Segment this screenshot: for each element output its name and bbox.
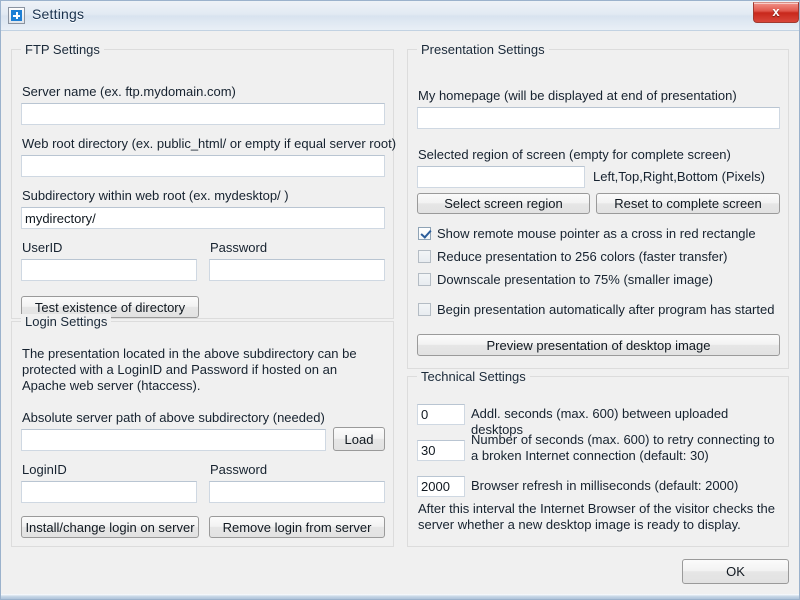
title-bar: Settings x [1,1,800,31]
addl-seconds-input[interactable] [417,404,465,425]
settings-dialog-window: Settings x FTP Settings Server name (ex.… [0,0,800,600]
remove-login-button[interactable]: Remove login from server [209,516,385,538]
login-password-input[interactable] [209,481,385,503]
ftp-settings-legend: FTP Settings [21,42,104,57]
select-screen-region-button[interactable]: Select screen region [417,193,590,214]
checkbox-reduce-to-256-colors[interactable]: Reduce presentation to 256 colors (faste… [418,249,727,264]
close-button[interactable]: x [753,2,799,23]
login-settings-group: Login Settings The presentation located … [11,321,394,547]
screen-region-label: Selected region of screen (empty for com… [418,147,731,162]
retry-seconds-label: Number of seconds (max. 600) to retry co… [471,432,779,464]
presentation-settings-legend: Presentation Settings [417,42,549,57]
window-bottom-frame [1,594,800,600]
browser-refresh-label: Browser refresh in milliseconds (default… [471,478,779,494]
monitor-cross-icon [8,7,25,24]
browser-refresh-input[interactable] [417,476,465,497]
login-settings-legend: Login Settings [21,314,111,329]
technical-settings-group: Technical Settings Addl. seconds (max. 6… [407,376,789,547]
ftp-password-input[interactable] [209,259,385,281]
login-password-label: Password [210,462,267,477]
checkbox-label: Downscale presentation to 75% (smaller i… [437,272,713,287]
ftp-userid-label: UserID [22,240,62,255]
loginid-label: LoginID [22,462,67,477]
loginid-input[interactable] [21,481,197,503]
server-name-label: Server name (ex. ftp.mydomain.com) [22,84,236,99]
subdirectory-label: Subdirectory within web root (ex. mydesk… [22,188,289,203]
checkbox-begin-presentation-automatically[interactable]: Begin presentation automatically after p… [418,302,774,317]
preview-presentation-button[interactable]: Preview presentation of desktop image [417,334,780,356]
checkbox-checked-icon [418,227,431,240]
checkbox-unchecked-icon [418,273,431,286]
load-button[interactable]: Load [333,427,385,451]
close-icon: x [754,4,798,19]
technical-settings-legend: Technical Settings [417,369,530,384]
dialog-client-area: FTP Settings Server name (ex. ftp.mydoma… [1,31,800,594]
checkbox-unchecked-icon [418,250,431,263]
web-root-input[interactable] [21,155,385,177]
login-description: The presentation located in the above su… [22,346,384,394]
retry-seconds-input[interactable] [417,440,465,461]
web-root-label: Web root directory (ex. public_html/ or … [22,136,396,151]
ftp-settings-group: FTP Settings Server name (ex. ftp.mydoma… [11,49,394,319]
server-name-input[interactable] [21,103,385,125]
checkbox-label: Show remote mouse pointer as a cross in … [437,226,756,241]
ftp-password-label: Password [210,240,267,255]
checkbox-show-remote-mouse-pointer[interactable]: Show remote mouse pointer as a cross in … [418,226,756,241]
checkbox-label: Reduce presentation to 256 colors (faste… [437,249,727,264]
presentation-settings-group: Presentation Settings My homepage (will … [407,49,789,369]
checkbox-label: Begin presentation automatically after p… [437,302,774,317]
screen-region-hint: Left,Top,Right,Bottom (Pixels) [593,169,765,184]
reset-to-complete-screen-button[interactable]: Reset to complete screen [596,193,780,214]
checkbox-downscale-to-75[interactable]: Downscale presentation to 75% (smaller i… [418,272,713,287]
homepage-input[interactable] [417,107,780,129]
ftp-userid-input[interactable] [21,259,197,281]
absolute-path-label: Absolute server path of above subdirecto… [22,410,325,425]
homepage-label: My homepage (will be displayed at end of… [418,88,737,103]
window-title: Settings [32,6,84,22]
checkbox-unchecked-icon [418,303,431,316]
technical-footnote: After this interval the Internet Browser… [418,501,780,533]
screen-region-input[interactable] [417,166,585,188]
ok-button[interactable]: OK [682,559,789,584]
install-change-login-button[interactable]: Install/change login on server [21,516,199,538]
subdirectory-input[interactable] [21,207,385,229]
absolute-path-input[interactable] [21,429,326,451]
